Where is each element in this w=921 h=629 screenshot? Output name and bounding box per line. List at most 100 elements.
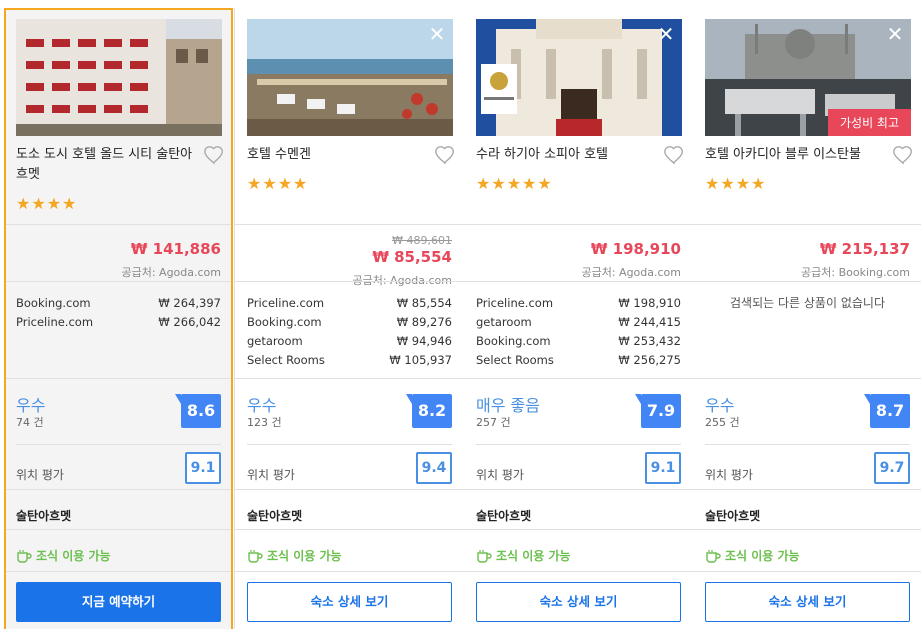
breakfast-info: 조식 이용 가능 xyxy=(247,547,342,564)
offer-amount: ₩ 105,937 xyxy=(389,353,452,367)
offer-row[interactable]: getaroom ₩ 94,946 xyxy=(247,332,452,351)
close-icon[interactable]: ✕ xyxy=(425,23,449,47)
review-count[interactable]: 123 건 xyxy=(247,414,282,430)
review-score: 8.2 xyxy=(406,394,452,428)
location-score: 9.1 xyxy=(645,452,681,484)
offer-site: Booking.com xyxy=(476,334,551,348)
area-name: 술탄아흐멧 xyxy=(247,509,303,523)
divider xyxy=(693,378,921,379)
offer-amount: ₩ 264,397 xyxy=(158,296,221,310)
offer-list: Booking.com ₩ 264,397 Priceline.com ₩ 266,… xyxy=(16,294,221,332)
breakfast-label: 조식 이용 가능 xyxy=(267,549,342,563)
offer-row[interactable]: getaroom ₩ 244,415 xyxy=(476,313,681,332)
divider xyxy=(235,281,464,282)
rating-word: 매우 좋음 xyxy=(476,396,540,415)
hotel-photo[interactable]: ✕ 가성비 최고 xyxy=(705,19,911,136)
location-score: 9.7 xyxy=(874,452,910,484)
offer-site: Booking.com xyxy=(247,315,322,329)
favorite-heart-icon[interactable] xyxy=(203,144,225,166)
offer-site: Priceline.com xyxy=(16,315,94,329)
price-box[interactable]: ₩ 489,601 ₩ 85,554 공급처: Agoda.com xyxy=(235,224,464,287)
view-details-button[interactable]: 숙소 상세 보기 xyxy=(247,582,452,622)
divider xyxy=(693,571,921,572)
offer-row[interactable]: Select Rooms ₩ 105,937 xyxy=(247,351,452,370)
favorite-heart-icon[interactable] xyxy=(434,144,456,166)
coffee-cup-icon xyxy=(248,549,263,563)
offer-site: Priceline.com xyxy=(476,296,554,310)
offer-site: Select Rooms xyxy=(476,353,554,367)
offer-amount: ₩ 266,042 xyxy=(158,315,221,329)
view-details-button[interactable]: 숙소 상세 보기 xyxy=(476,582,681,622)
offer-amount: ₩ 256,275 xyxy=(618,353,681,367)
divider xyxy=(235,489,464,490)
location-score: 9.4 xyxy=(416,452,452,484)
close-icon[interactable]: ✕ xyxy=(654,23,678,47)
offer-site: Booking.com xyxy=(16,296,91,310)
price-box[interactable]: ₩ 141,886 공급처: Agoda.com xyxy=(4,224,233,282)
favorite-heart-icon[interactable] xyxy=(663,144,685,166)
hotel-comparison: 도소 도시 호텔 올드 시티 술탄아흐멧 ★★★★ ₩ 141,886 공급처:… xyxy=(0,0,921,629)
offer-row[interactable]: Priceline.com ₩ 198,910 xyxy=(476,294,681,313)
offer-amount: ₩ 244,415 xyxy=(618,315,681,329)
divider xyxy=(476,444,681,445)
breakfast-info: 조식 이용 가능 xyxy=(705,547,800,564)
divider xyxy=(693,529,921,530)
location-label: 위치 평가 xyxy=(476,468,524,482)
divider xyxy=(693,489,921,490)
hotel-photo-image xyxy=(247,19,453,136)
hotel-name[interactable]: 호텔 수멘겐 xyxy=(247,145,427,165)
price-box[interactable]: ₩ 215,137 공급처: Booking.com xyxy=(693,224,921,282)
star-rating: ★★★★ xyxy=(705,174,767,193)
offer-list: Priceline.com ₩ 198,910 getaroom ₩ 244,415… xyxy=(476,294,681,370)
offer-amount: ₩ 85,554 xyxy=(396,296,452,310)
rating-word: 우수 xyxy=(16,396,46,415)
view-details-button[interactable]: 숙소 상세 보기 xyxy=(705,582,910,622)
no-offers-message: 검색되는 다른 상품이 없습니다 xyxy=(730,296,885,310)
area-name: 술탄아흐멧 xyxy=(705,509,761,523)
hotel-photo[interactable] xyxy=(16,19,222,136)
offer-row[interactable]: Booking.com ₩ 253,432 xyxy=(476,332,681,351)
location-label: 위치 평가 xyxy=(247,468,295,482)
area-name: 술탄아흐멧 xyxy=(16,509,72,523)
offer-row[interactable]: Booking.com ₩ 89,276 xyxy=(247,313,452,332)
offer-amount: ₩ 94,946 xyxy=(396,334,452,348)
hotel-photo[interactable]: ✕ xyxy=(247,19,453,136)
best-price[interactable]: ₩ 85,554 xyxy=(372,248,452,266)
star-rating: ★★★★ xyxy=(247,174,309,193)
close-icon[interactable]: ✕ xyxy=(883,23,907,47)
offer-site: getaroom xyxy=(476,315,532,329)
divider xyxy=(4,571,233,572)
rating-word: 우수 xyxy=(247,396,277,415)
price-box[interactable]: ₩ 198,910 공급처: Agoda.com xyxy=(464,224,693,282)
hotel-card-3: ✕ 수라 하기아 소피아 호텔 ★★★★★ ₩ 198,910 공급처: Ago… xyxy=(464,8,693,629)
hotel-photo[interactable]: ✕ xyxy=(476,19,682,136)
offer-row[interactable]: Select Rooms ₩ 256,275 xyxy=(476,351,681,370)
review-count[interactable]: 257 건 xyxy=(476,414,511,430)
divider xyxy=(247,444,452,445)
divider xyxy=(464,378,693,379)
offer-row[interactable]: Booking.com ₩ 264,397 xyxy=(16,294,221,313)
divider xyxy=(4,489,233,490)
offer-row[interactable]: Priceline.com ₩ 85,554 xyxy=(247,294,452,313)
favorite-heart-icon[interactable] xyxy=(892,144,914,166)
divider xyxy=(4,529,233,530)
hotel-name[interactable]: 도소 도시 호텔 올드 시티 술탄아흐멧 xyxy=(16,145,196,185)
best-price[interactable]: ₩ 198,910 xyxy=(591,240,681,258)
offer-amount: ₩ 89,276 xyxy=(396,315,452,329)
book-now-button[interactable]: 지금 예약하기 xyxy=(16,582,221,622)
divider xyxy=(235,529,464,530)
best-price[interactable]: ₩ 141,886 xyxy=(131,240,221,258)
hotel-card-2: ✕ 호텔 수멘겐 ★★★★ ₩ 489,601 ₩ 85,554 공급처: Ag… xyxy=(235,8,464,629)
offer-row[interactable]: Priceline.com ₩ 266,042 xyxy=(16,313,221,332)
offer-list: Priceline.com ₩ 85,554 Booking.com ₩ 89,27… xyxy=(247,294,452,370)
location-score: 9.1 xyxy=(185,452,221,484)
divider xyxy=(16,444,221,445)
hotel-name[interactable]: 호텔 아카디아 블루 이스탄불 xyxy=(705,145,885,165)
review-count[interactable]: 255 건 xyxy=(705,414,740,430)
best-price[interactable]: ₩ 215,137 xyxy=(820,240,910,258)
divider xyxy=(464,281,693,282)
offer-site: getaroom xyxy=(247,334,303,348)
hotel-name[interactable]: 수라 하기아 소피아 호텔 xyxy=(476,145,656,165)
divider xyxy=(464,489,693,490)
review-count[interactable]: 74 건 xyxy=(16,414,44,430)
